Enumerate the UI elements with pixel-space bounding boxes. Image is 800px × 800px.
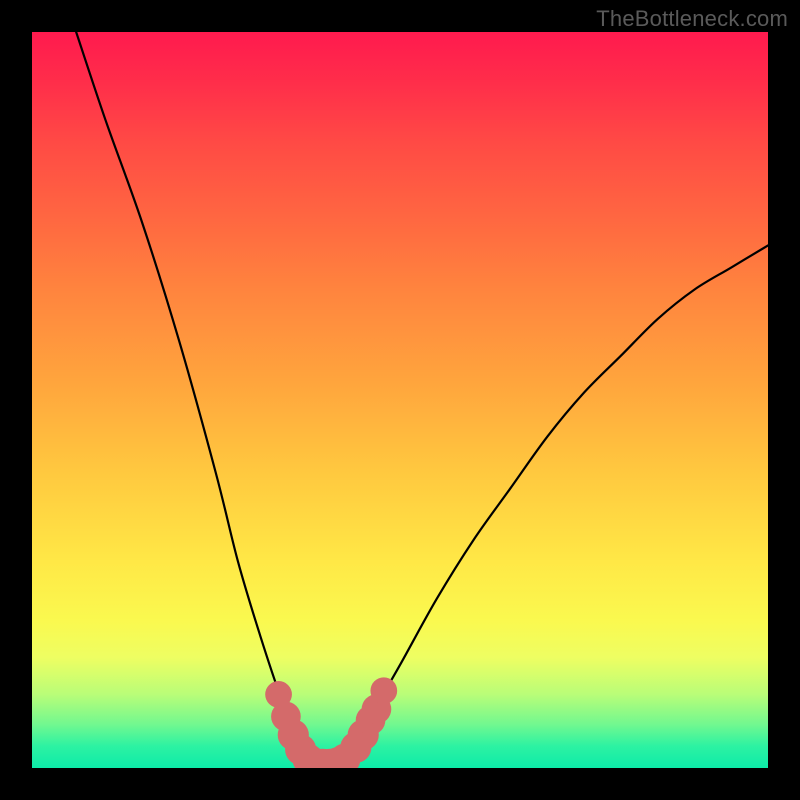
highlight-marker <box>329 744 360 768</box>
highlight-marker <box>370 677 397 704</box>
highlight-marker <box>300 748 331 768</box>
bottleneck-chart-svg <box>32 32 768 768</box>
highlight-markers <box>265 677 397 768</box>
chart-plot-area <box>32 32 768 768</box>
highlight-marker <box>292 744 323 768</box>
highlight-marker <box>356 705 386 735</box>
highlight-marker <box>362 694 392 724</box>
highlight-marker <box>265 681 292 708</box>
watermark-text: TheBottleneck.com <box>596 6 788 32</box>
highlight-marker <box>315 749 346 768</box>
highlight-marker <box>322 747 353 768</box>
highlight-marker <box>348 719 379 750</box>
highlight-marker <box>340 732 371 763</box>
highlight-marker <box>278 719 309 750</box>
highlight-marker <box>307 749 338 768</box>
bottleneck-curve-line <box>76 32 768 765</box>
highlight-marker <box>271 702 301 732</box>
highlight-marker <box>285 734 316 765</box>
